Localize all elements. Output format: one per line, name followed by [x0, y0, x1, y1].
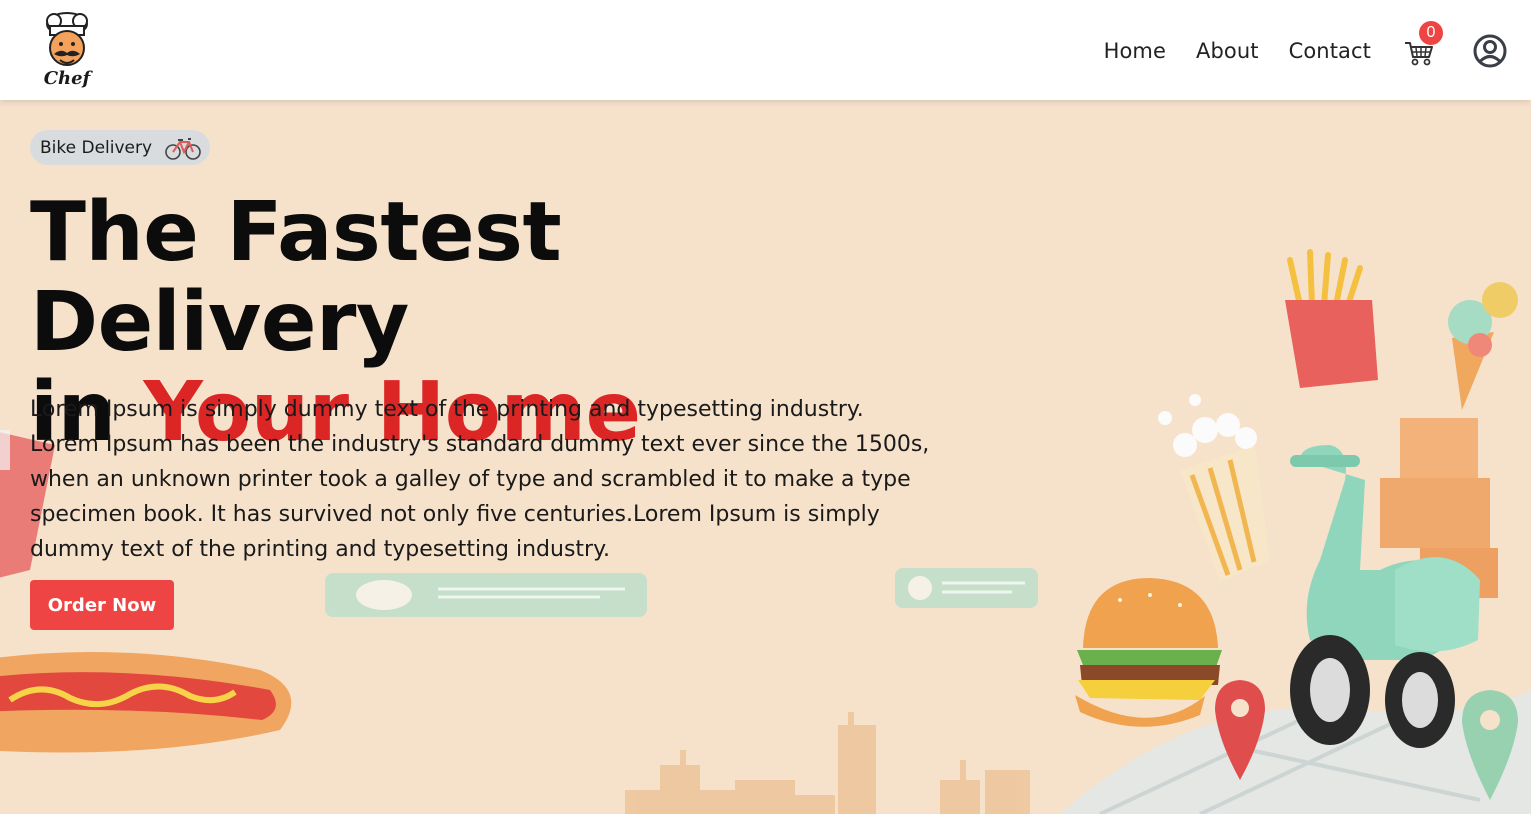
headline-line-1: The Fastest Delivery: [30, 185, 562, 370]
cart-button[interactable]: 0: [1403, 21, 1443, 69]
svg-text:Chef: Chef: [44, 68, 94, 89]
cart-count-badge: 0: [1419, 21, 1443, 45]
main-nav: Home About Contact 0: [1104, 21, 1507, 76]
nav-home-link[interactable]: Home: [1104, 39, 1166, 63]
hero-description: Lorem Ipsum is simply dummy text of the …: [30, 397, 930, 562]
bike-delivery-badge: Bike Delivery: [30, 130, 210, 165]
order-now-button[interactable]: Order Now: [30, 580, 174, 630]
nav-about-link[interactable]: About: [1196, 39, 1259, 63]
bicycle-icon: [165, 137, 201, 160]
user-account-button[interactable]: [1473, 34, 1507, 68]
badge-label: Bike Delivery: [40, 137, 153, 158]
hero-section: Bike Delivery The Fastest Delivery in Yo…: [0, 100, 1531, 814]
site-header: Chef Home About Contact 0: [0, 0, 1531, 100]
chef-logo[interactable]: Chef: [36, 10, 98, 90]
nav-contact-link[interactable]: Contact: [1289, 39, 1371, 63]
user-circle-icon: [1473, 34, 1507, 68]
